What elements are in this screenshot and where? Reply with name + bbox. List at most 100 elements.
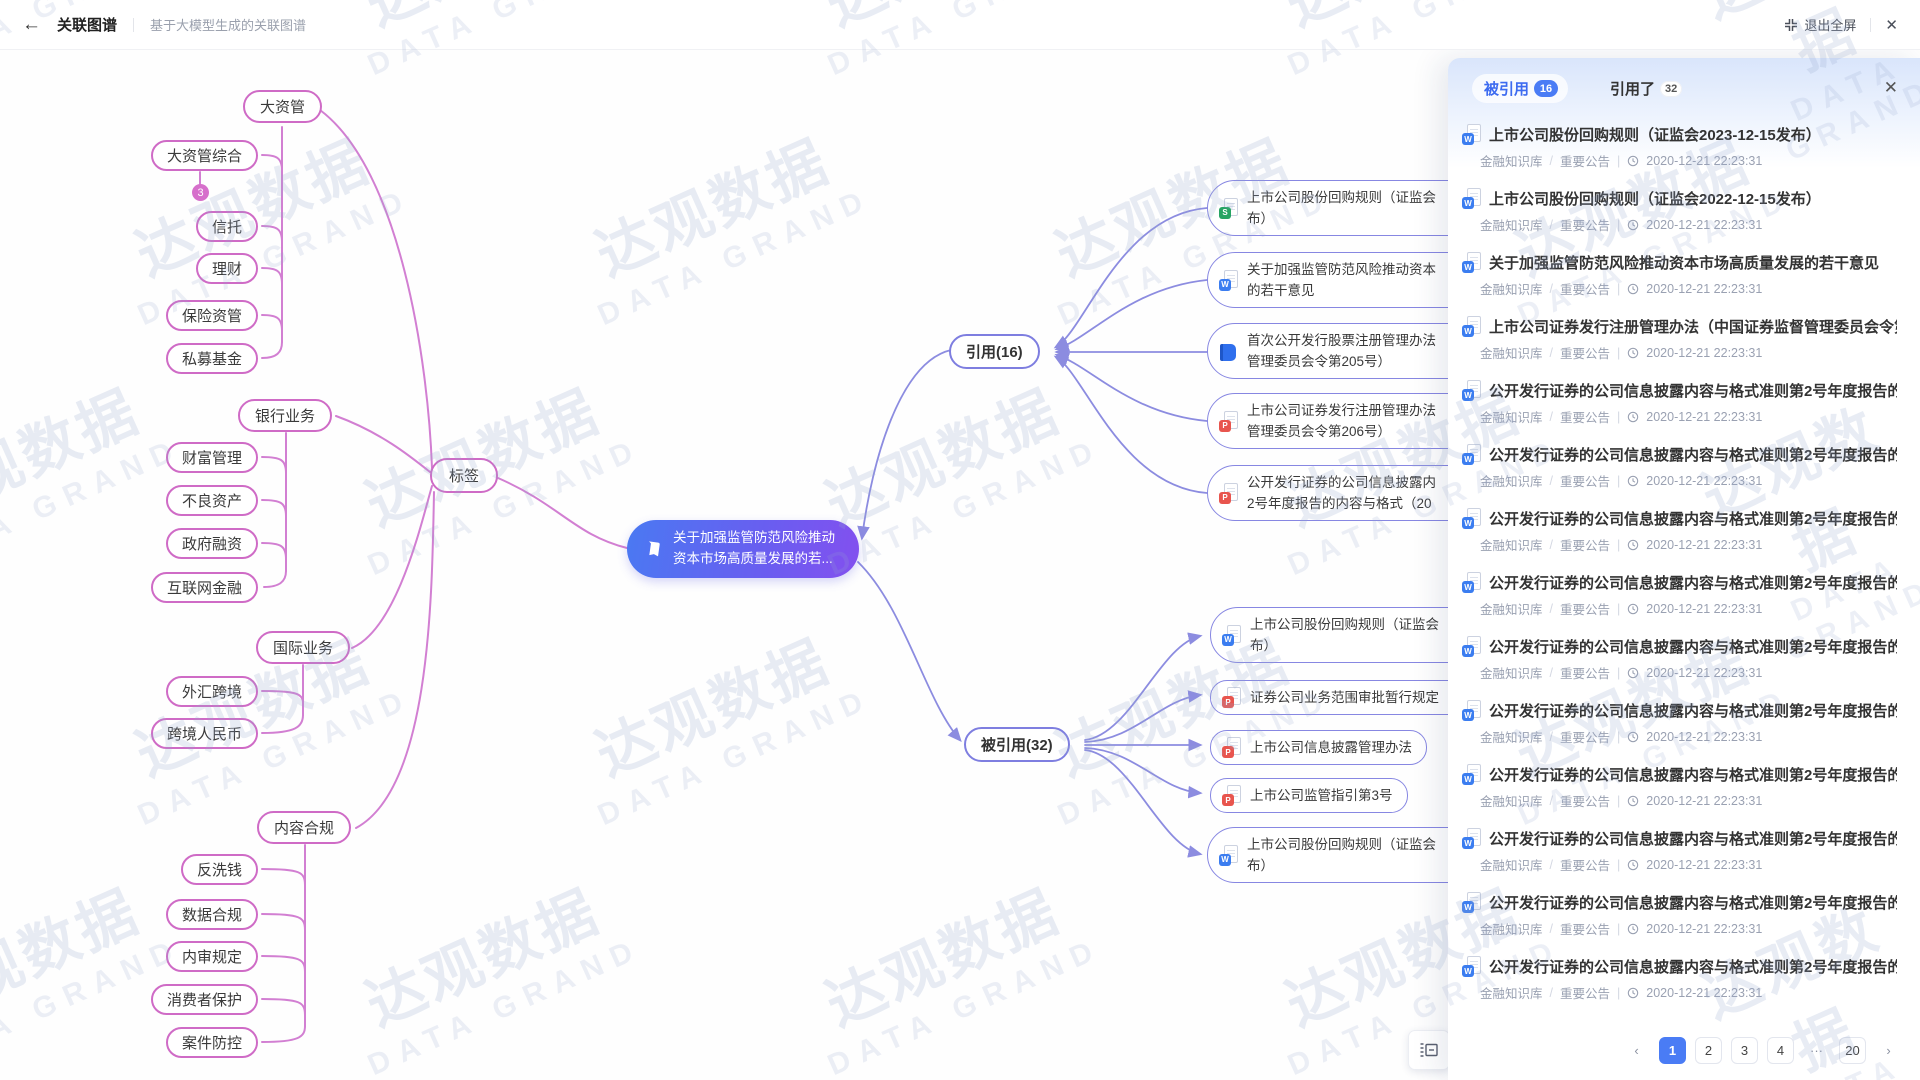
clock-icon: [1627, 475, 1639, 487]
list-item[interactable]: W 公开发行证券的公司信息披露内容与格式准则第2号年度报告的内... 金融知识库…: [1448, 628, 1920, 692]
ppt-doc-icon: P: [1222, 737, 1241, 758]
doc-title: 公开发行证券的公司信息披露内容与格式准则第2号年度报告的内...: [1489, 764, 1897, 785]
main-node-title: 关于加强监管防范风险推动资本市场高质量发展的若...: [673, 528, 845, 570]
doc-meta: 金融知识库/重要公告|2020-12-21 22:23:31: [1480, 215, 1904, 234]
tag-leaf[interactable]: 政府融资: [166, 528, 258, 559]
collapsed-count-badge[interactable]: 3: [192, 184, 209, 201]
page-button-4[interactable]: 4: [1767, 1037, 1794, 1064]
tag-leaf[interactable]: 不良资产: [166, 485, 258, 516]
minimap-toggle-button[interactable]: [1408, 1030, 1450, 1070]
page-button-1[interactable]: 1: [1659, 1037, 1686, 1064]
book-icon: [643, 539, 663, 559]
page-button-20[interactable]: 20: [1839, 1037, 1866, 1064]
doc-title: 公开发行证券的公司信息披露内容与格式准则第2号年度报告的内...: [1489, 572, 1897, 593]
book-doc-icon: [1219, 341, 1238, 362]
doc-meta: 金融知识库/重要公告|2020-12-21 22:23:31: [1480, 599, 1904, 618]
tag-leaf[interactable]: 跨境人民币: [151, 718, 258, 749]
list-item[interactable]: W 公开发行证券的公司信息披露内容与格式准则第2号年度报告的内... 金融知识库…: [1448, 436, 1920, 500]
tag-leaf[interactable]: 内审规定: [166, 941, 258, 972]
tag-leaf[interactable]: 互联网金融: [151, 572, 258, 603]
tag-leaf[interactable]: 信托: [196, 211, 258, 242]
doc-title: 公开发行证券的公司信息披露内容与格式准则第2号年度报告的内...: [1489, 380, 1897, 401]
tag-node-yin-hang-ye-wu[interactable]: 银行业务: [238, 399, 332, 432]
word-doc-icon: W: [1462, 956, 1481, 977]
clock-icon: [1627, 603, 1639, 615]
tag-leaf[interactable]: 数据合规: [166, 899, 258, 930]
clock-icon: [1627, 731, 1639, 743]
list-item[interactable]: W 关于加强监管防范风险推动资本市场高质量发展的若干意见 金融知识库/重要公告|…: [1448, 244, 1920, 308]
tag-leaf[interactable]: 大资管综合: [151, 140, 258, 171]
list-item[interactable]: W 公开发行证券的公司信息披露内容与格式准则第2号年度报告的内... 金融知识库…: [1448, 756, 1920, 820]
doc-meta: 金融知识库/重要公告|2020-12-21 22:23:31: [1480, 855, 1904, 874]
list-item[interactable]: W 公开发行证券的公司信息披露内容与格式准则第2号年度报告的内... 金融知识库…: [1448, 500, 1920, 564]
word-doc-icon: W: [1462, 444, 1481, 465]
word-doc-icon: W: [1222, 625, 1241, 646]
doc-node[interactable]: P 证券公司业务范围审批暂行规定: [1210, 680, 1470, 715]
list-item[interactable]: W 上市公司股份回购规则（证监会2023-12-15发布） 金融知识库/重要公告…: [1448, 116, 1920, 180]
tag-leaf[interactable]: 消费者保护: [151, 984, 258, 1015]
exit-fullscreen-label: 退出全屏: [1804, 15, 1856, 34]
page-button-2[interactable]: 2: [1695, 1037, 1722, 1064]
exit-fullscreen-button[interactable]: 退出全屏: [1784, 15, 1856, 34]
panel-close-button[interactable]: ✕: [1884, 78, 1898, 98]
citation-panel: 被引用 16 引用了 32 ✕ W 上市公司股份回购规则（证监会2023-12-…: [1448, 58, 1920, 1080]
tag-leaf[interactable]: 反洗钱: [181, 854, 258, 885]
tag-node-guo-ji-ye-wu[interactable]: 国际业务: [256, 631, 350, 664]
doc-meta: 金融知识库/重要公告|2020-12-21 22:23:31: [1480, 471, 1904, 490]
doc-meta: 金融知识库/重要公告|2020-12-21 22:23:31: [1480, 279, 1904, 298]
tag-hub-node[interactable]: 标签: [430, 458, 498, 493]
doc-node[interactable]: P 上市公司信息披露管理办法: [1210, 730, 1427, 765]
cite-branch-node[interactable]: 引用(16): [949, 334, 1040, 369]
list-item[interactable]: W 公开发行证券的公司信息披露内容与格式准则第2号年度报告的内... 金融知识库…: [1448, 692, 1920, 756]
tab-cited-by[interactable]: 被引用 16: [1472, 74, 1568, 103]
word-doc-icon: W: [1462, 316, 1481, 337]
page-title: 关联图谱: [57, 14, 117, 35]
tab-cites[interactable]: 引用了 32: [1610, 78, 1682, 99]
page-ellipsis[interactable]: ···: [1803, 1037, 1830, 1064]
doc-meta: 金融知识库/重要公告|2020-12-21 22:23:31: [1480, 791, 1904, 810]
doc-title: 关于加强监管防范风险推动资本市场高质量发展的若干意见: [1489, 252, 1897, 273]
clock-icon: [1627, 347, 1639, 359]
ppt-doc-icon: P: [1222, 687, 1241, 708]
list-item[interactable]: W 公开发行证券的公司信息披露内容与格式准则第2号年度报告的内... 金融知识库…: [1448, 564, 1920, 628]
doc-title: 公开发行证券的公司信息披露内容与格式准则第2号年度报告的内...: [1489, 508, 1897, 529]
list-item[interactable]: W 公开发行证券的公司信息披露内容与格式准则第2号年度报告的内... 金融知识库…: [1448, 820, 1920, 884]
doc-title: 上市公司股份回购规则（证监会2022-12-15发布）: [1489, 188, 1897, 209]
next-page-button[interactable]: ›: [1875, 1037, 1902, 1064]
tag-leaf[interactable]: 保险资管: [166, 300, 258, 331]
doc-meta: 金融知识库/重要公告|2020-12-21 22:23:31: [1480, 535, 1904, 554]
list-item[interactable]: W 公开发行证券的公司信息披露内容与格式准则第2号年度报告的内... 金融知识库…: [1448, 372, 1920, 436]
clock-icon: [1627, 411, 1639, 423]
word-doc-icon: W: [1462, 380, 1481, 401]
word-doc-icon: W: [1462, 508, 1481, 529]
cited-branch-node[interactable]: 被引用(32): [964, 727, 1070, 762]
tag-node-da-zi-guan[interactable]: 大资管: [243, 90, 322, 123]
header-divider: [1870, 18, 1871, 32]
list-item[interactable]: W 公开发行证券的公司信息披露内容与格式准则第2号年度报告的内... 金融知识库…: [1448, 948, 1920, 1012]
page-button-3[interactable]: 3: [1731, 1037, 1758, 1064]
word-doc-icon: W: [1462, 828, 1481, 849]
prev-page-button[interactable]: ‹: [1623, 1037, 1650, 1064]
back-button[interactable]: ←: [22, 14, 41, 36]
list-item[interactable]: W 公开发行证券的公司信息披露内容与格式准则第2号年度报告的内... 金融知识库…: [1448, 884, 1920, 948]
tag-leaf[interactable]: 外汇跨境: [166, 676, 258, 707]
window-close-button[interactable]: ✕: [1885, 16, 1898, 34]
doc-title: 公开发行证券的公司信息披露内容与格式准则第2号年度报告的内...: [1489, 444, 1897, 465]
tag-node-nei-rong-he-gui[interactable]: 内容合规: [257, 811, 351, 844]
main-document-node[interactable]: 关于加强监管防范风险推动资本市场高质量发展的若...: [627, 520, 859, 578]
list-item[interactable]: W 上市公司股份回购规则（证监会2022-12-15发布） 金融知识库/重要公告…: [1448, 180, 1920, 244]
list-item[interactable]: W 上市公司证券发行注册管理办法（中国证券监督管理委员会令第2... 金融知识库…: [1448, 308, 1920, 372]
citation-list: W 上市公司股份回购规则（证监会2023-12-15发布） 金融知识库/重要公告…: [1448, 116, 1920, 1012]
tab-label: 引用了: [1610, 78, 1655, 99]
tag-leaf[interactable]: 财富管理: [166, 442, 258, 473]
tag-leaf[interactable]: 案件防控: [166, 1027, 258, 1058]
doc-meta: 金融知识库/重要公告|2020-12-21 22:23:31: [1480, 343, 1904, 362]
tag-leaf[interactable]: 私募基金: [166, 343, 258, 374]
minimap-icon: [1419, 1041, 1439, 1059]
ppt-doc-icon: P: [1219, 483, 1238, 504]
doc-node[interactable]: P 上市公司监管指引第3号: [1210, 778, 1408, 813]
clock-icon: [1627, 155, 1639, 167]
tag-leaf[interactable]: 理财: [196, 253, 258, 284]
doc-title: 上市公司股份回购规则（证监会2023-12-15发布）: [1489, 124, 1897, 145]
word-doc-icon: W: [1219, 270, 1238, 291]
